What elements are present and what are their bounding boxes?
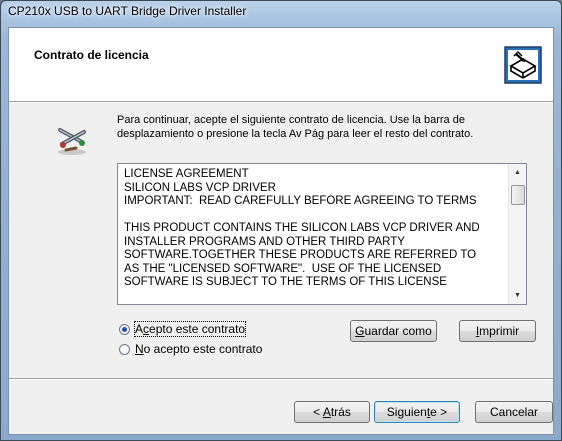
license-line: THIS PRODUCT CONTAINS THE SILICON LABS V… (124, 222, 480, 234)
license-scrollbar[interactable]: ▲ ▼ (508, 164, 526, 304)
license-agreement-text: LICENSE AGREEMENT SILICON LABS VCP DRIVER… (124, 168, 499, 290)
title-bar[interactable]: CP210x USB to UART Bridge Driver Install… (1, 1, 561, 23)
license-line: AS THE "LICENSED SOFTWARE". USE OF THE L… (124, 262, 442, 275)
instructions-text: Para continuar, acepte el siguiente cont… (117, 114, 474, 140)
cancel-button[interactable]: Cancelar (475, 401, 553, 423)
license-line (124, 209, 499, 223)
wizard-header: Contrato de licencia (9, 28, 553, 102)
wizard-tools-icon (58, 128, 86, 155)
decline-radio-label[interactable]: No acepto este contrato (135, 342, 262, 356)
save-as-button[interactable]: Guardar como (350, 320, 437, 342)
print-button[interactable]: Imprimir (459, 320, 536, 342)
license-line: SILICON LABS VCP DRIVER (124, 181, 276, 194)
footer-divider (9, 378, 553, 380)
scroll-down-icon[interactable]: ▼ (509, 287, 526, 304)
decline-radio-button[interactable] (119, 343, 130, 355)
license-line: SOFTWARE IS SUBJECT TO THE TERMS OF THIS… (124, 276, 447, 288)
license-line: SOFTWARE.TOGETHER THESE PRODUCTS ARE REF… (124, 249, 477, 261)
license-line: LICENSE AGREEMENT (124, 168, 249, 180)
next-button[interactable]: Siguiente > (374, 401, 460, 423)
dialog-client-area: Contrato de licencia Para continuar, ace… (8, 27, 554, 435)
page-title: Contrato de licencia (34, 48, 149, 62)
scroll-up-icon[interactable]: ▲ (509, 164, 526, 181)
usb-installer-icon (504, 46, 542, 84)
accept-radio-option[interactable]: Acepto este contrato (119, 321, 247, 337)
license-line: INSTALLER PROGRAMS AND OTHER THIRD PARTY (124, 235, 405, 248)
license-text-box[interactable]: LICENSE AGREEMENT SILICON LABS VCP DRIVER… (117, 163, 527, 305)
decline-radio-option[interactable]: No acepto este contrato (119, 342, 262, 356)
back-button[interactable]: < Atrás (294, 401, 370, 423)
window-title: CP210x USB to UART Bridge Driver Install… (8, 4, 247, 18)
license-line: IMPORTANT: READ CAREFULLY BEFORE AGREEIN… (124, 195, 477, 207)
scroll-thumb[interactable] (511, 185, 525, 205)
installer-window: CP210x USB to UART Bridge Driver Install… (0, 0, 562, 441)
accept-radio-label[interactable]: Acepto este contrato (133, 321, 247, 337)
accept-radio-button[interactable] (119, 323, 130, 335)
